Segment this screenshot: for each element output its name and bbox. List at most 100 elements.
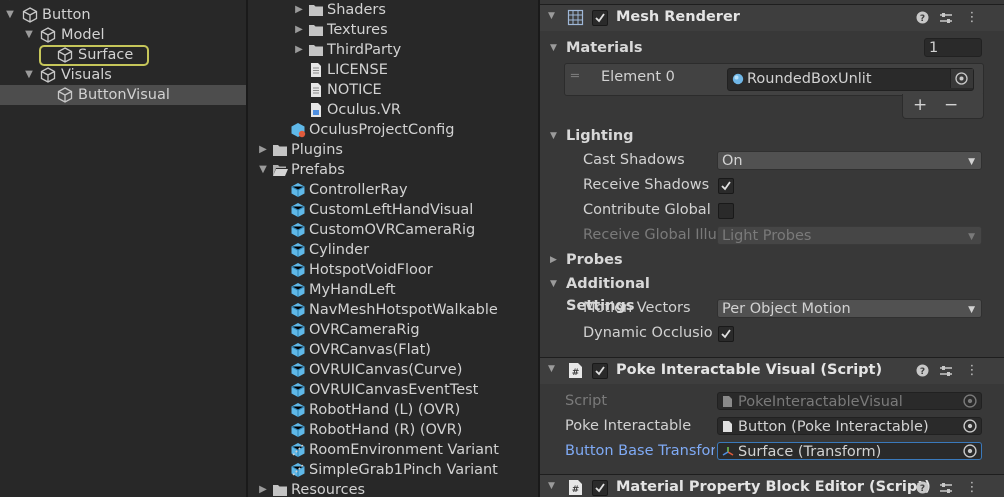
project-item[interactable]: Oculus.VR (248, 100, 538, 120)
component-enabled-checkbox[interactable] (592, 10, 608, 26)
help-icon[interactable]: ? (915, 10, 929, 26)
expand-arrow-icon[interactable]: ▼ (4, 5, 16, 25)
text-document-icon (308, 62, 324, 78)
help-icon[interactable]: ? (915, 480, 929, 496)
project-item[interactable]: NavMeshHotspotWalkable (248, 300, 538, 320)
project-item[interactable]: RoomEnvironment Variant (248, 440, 538, 460)
project-item-label: ControllerRay (309, 182, 408, 198)
component-title: Poke Interactable Visual (Script) (616, 362, 883, 378)
component-enabled-checkbox[interactable] (592, 480, 608, 496)
project-item[interactable]: SimpleGrab1Pinch Variant (248, 460, 538, 480)
mesh-renderer-header[interactable]: ▼ Mesh Renderer ? ⋮ (540, 4, 1004, 31)
project-item[interactable]: RobotHand (R) (OVR) (248, 420, 538, 440)
mesh-renderer-icon (567, 9, 584, 26)
kebab-menu-icon[interactable]: ⋮ (965, 480, 979, 496)
foldout-arrow-icon[interactable]: ▼ (550, 37, 557, 59)
cast-shadows-dropdown[interactable]: On ▼ (717, 151, 982, 170)
collapse-arrow-icon[interactable]: ▶ (293, 40, 305, 60)
poke-visual-header[interactable]: ▼ # Poke Interactable Visual (Script) ? … (540, 357, 1004, 384)
script-row: Script PokeInteractableVisual (540, 390, 1004, 412)
dropdown-value: Per Object Motion (722, 301, 851, 317)
hierarchy-item-buttonvisual[interactable]: ButtonVisual (0, 85, 246, 105)
project-item[interactable]: NOTICE (248, 80, 538, 100)
target-picker-icon[interactable] (963, 419, 977, 433)
list-add-remove-bar: + − (902, 94, 984, 119)
foldout-arrow-icon[interactable]: ▼ (550, 273, 557, 295)
project-item-label: Oculus.VR (327, 102, 401, 118)
motion-vectors-dropdown[interactable]: Per Object Motion ▼ (717, 299, 982, 318)
project-item[interactable]: ▶ Shaders (248, 0, 538, 20)
foldout-arrow-icon[interactable]: ▼ (548, 11, 555, 21)
project-item[interactable]: HotspotVoidFloor (248, 260, 538, 280)
project-item-label: Shaders (327, 2, 386, 18)
expand-arrow-icon[interactable]: ▼ (257, 160, 269, 180)
object-picker-button[interactable] (950, 69, 973, 88)
project-item[interactable]: OVRCameraRig (248, 320, 538, 340)
expand-arrow-icon[interactable]: ▼ (23, 65, 35, 85)
project-item-label: RobotHand (R) (OVR) (309, 422, 463, 438)
project-item[interactable]: RobotHand (L) (OVR) (248, 400, 538, 420)
project-item[interactable]: MyHandLeft (248, 280, 538, 300)
dynamic-occlusion-checkbox[interactable] (718, 326, 734, 342)
foldout-arrow-icon[interactable]: ▼ (548, 481, 555, 491)
project-item-label: OVRUICanvasEventTest (309, 382, 479, 398)
hierarchy-item-visuals[interactable]: ▼ Visuals (0, 65, 246, 85)
hierarchy-item-model[interactable]: ▼ Model (0, 25, 246, 45)
component-title: Mesh Renderer (616, 9, 740, 25)
receive-shadows-checkbox[interactable] (718, 178, 734, 194)
remove-element-button[interactable]: − (944, 95, 958, 115)
button-base-transform-value: Surface (Transform) (738, 444, 882, 460)
foldout-arrow-icon[interactable]: ▼ (550, 125, 557, 147)
script-file-icon (723, 421, 732, 432)
project-item[interactable]: ▶ Plugins (248, 140, 538, 160)
prefab-cube-icon (290, 422, 306, 438)
project-item[interactable]: OVRCanvas(Flat) (248, 340, 538, 360)
materials-count-field[interactable]: 1 (924, 38, 982, 57)
project-item[interactable]: LICENSE (248, 60, 538, 80)
button-base-transform-row: Button Base Transfor Surface (Transform) (540, 440, 1004, 462)
project-item[interactable]: OculusProjectConfig (248, 120, 538, 140)
hierarchy-item-button[interactable]: ▼ Button (0, 5, 246, 25)
component-enabled-checkbox[interactable] (592, 363, 608, 379)
project-item[interactable]: OVRUICanvasEventTest (248, 380, 538, 400)
project-item[interactable]: ▼ Prefabs (248, 160, 538, 180)
project-item[interactable]: CustomOVRCameraRig (248, 220, 538, 240)
project-item[interactable]: CustomLeftHandVisual (248, 200, 538, 220)
project-item-label: Textures (327, 22, 388, 38)
poke-interactable-field[interactable]: Button (Poke Interactable) (717, 417, 982, 435)
expand-arrow-icon[interactable]: ▼ (23, 25, 35, 45)
contribute-gi-checkbox[interactable] (718, 203, 734, 219)
project-item[interactable]: ▶ Resources (248, 480, 538, 497)
project-item[interactable]: OVRUICanvas(Curve) (248, 360, 538, 380)
project-item[interactable]: Cylinder (248, 240, 538, 260)
button-base-transform-field[interactable]: Surface (Transform) (717, 442, 982, 460)
foldout-arrow-icon[interactable]: ▼ (548, 364, 555, 374)
project-item[interactable]: ControllerRay (248, 180, 538, 200)
prefab-cube-icon (290, 402, 306, 418)
material-object-field[interactable]: RoundedBoxUnlit (727, 68, 974, 91)
kebab-menu-icon[interactable]: ⋮ (965, 10, 979, 26)
project-item[interactable]: ▶ ThirdParty (248, 40, 538, 60)
preset-settings-icon[interactable] (939, 10, 953, 26)
add-element-button[interactable]: + (913, 95, 927, 115)
config-asset-icon (290, 122, 306, 138)
collapse-arrow-icon[interactable]: ▶ (293, 20, 305, 40)
kebab-menu-icon[interactable]: ⋮ (965, 363, 979, 379)
material-sphere-icon (732, 73, 744, 85)
collapse-arrow-icon[interactable]: ▶ (257, 140, 269, 160)
svg-text:#: # (572, 368, 580, 378)
preset-settings-icon[interactable] (939, 363, 953, 379)
foldout-arrow-icon[interactable]: ▶ (550, 249, 557, 271)
drag-handle-icon[interactable]: ═ (571, 69, 579, 84)
collapse-arrow-icon[interactable]: ▶ (293, 0, 305, 20)
prefab-cube-icon (290, 202, 306, 218)
target-picker-icon[interactable] (963, 444, 977, 458)
project-item[interactable]: ▶ Textures (248, 20, 538, 40)
help-icon[interactable]: ? (915, 363, 929, 379)
folder-icon (308, 2, 324, 18)
collapse-arrow-icon[interactable]: ▶ (257, 480, 269, 497)
prefab-cube-icon (290, 262, 306, 278)
mpb-editor-header[interactable]: ▼ # Material Property Block Editor (Scri… (540, 474, 1004, 497)
cast-shadows-label: Cast Shadows (583, 152, 685, 168)
preset-settings-icon[interactable] (939, 480, 953, 496)
